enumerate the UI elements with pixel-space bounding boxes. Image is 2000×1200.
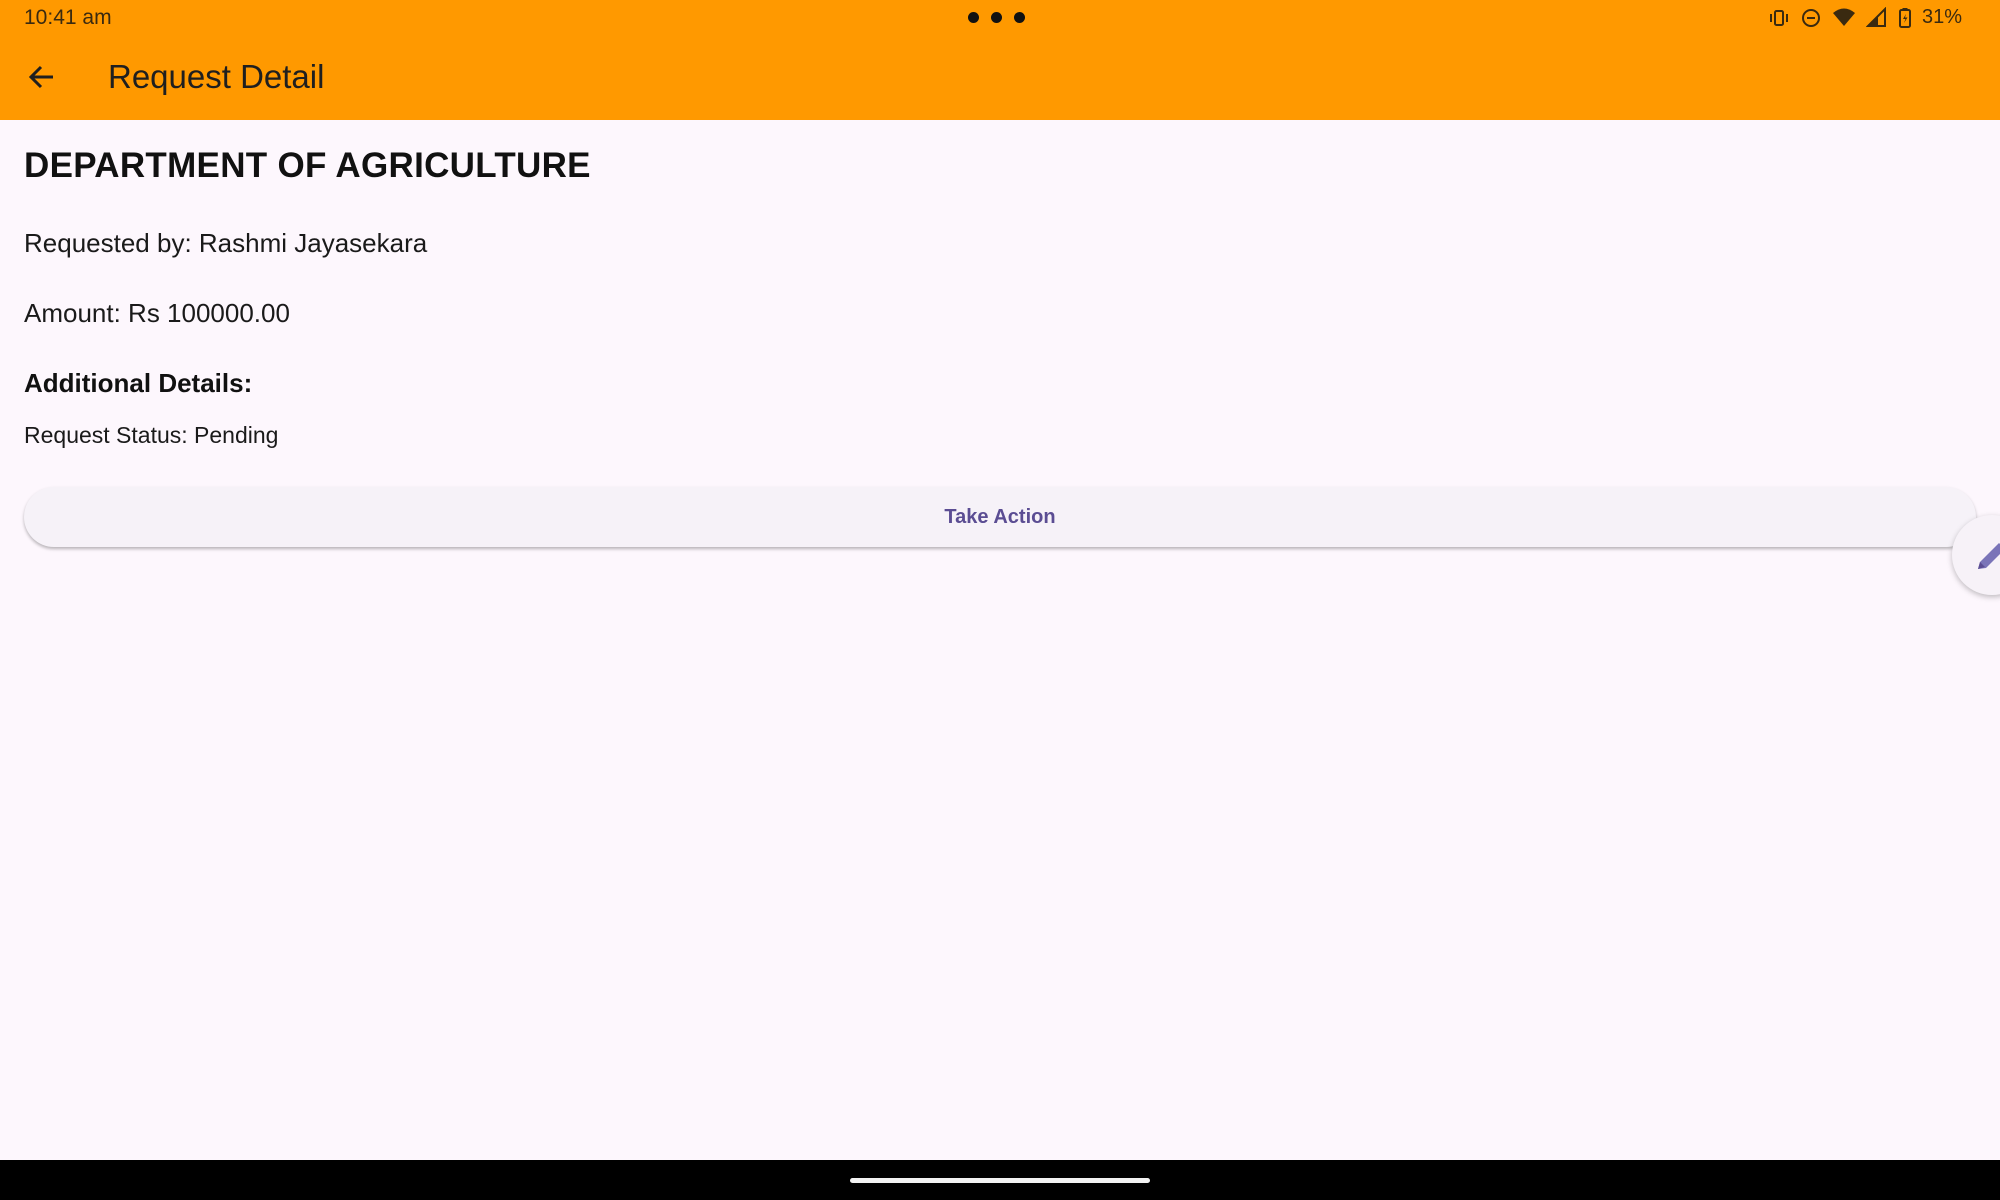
status-time: 10:41 am: [24, 6, 112, 29]
page-title: Request Detail: [108, 58, 325, 95]
signal-icon: [1865, 6, 1888, 29]
vibrate-icon: [1768, 7, 1790, 29]
dot: [968, 12, 979, 23]
do-not-disturb-icon: [1800, 7, 1822, 29]
request-detail-screen: 10:41 am 31% Request Detail DEPARTMENT O…: [0, 0, 2000, 1200]
app-bar: 10:41 am 31% Request Detail: [0, 0, 2000, 120]
battery-percentage: 31%: [1921, 6, 1962, 28]
request-status-text: Request Status: Pending: [24, 422, 279, 448]
wifi-icon: [1832, 7, 1856, 29]
camera-dots: [968, 12, 1025, 23]
department-heading: DEPARTMENT OF AGRICULTURE: [24, 146, 591, 185]
status-icons: 31%: [1768, 6, 1962, 29]
take-action-button[interactable]: Take Action: [24, 487, 1976, 547]
dot: [1014, 12, 1025, 23]
arrow-back-icon: [27, 62, 57, 97]
dot: [991, 12, 1002, 23]
system-nav-bar: [0, 1160, 2000, 1200]
additional-details-heading: Additional Details:: [24, 368, 253, 398]
gesture-handle[interactable]: [850, 1178, 1150, 1183]
battery-icon: [1898, 7, 1912, 29]
back-button[interactable]: [18, 55, 66, 103]
amount-text: Amount: Rs 100000.00: [24, 298, 290, 328]
requested-by-text: Requested by: Rashmi Jayasekara: [24, 228, 428, 258]
